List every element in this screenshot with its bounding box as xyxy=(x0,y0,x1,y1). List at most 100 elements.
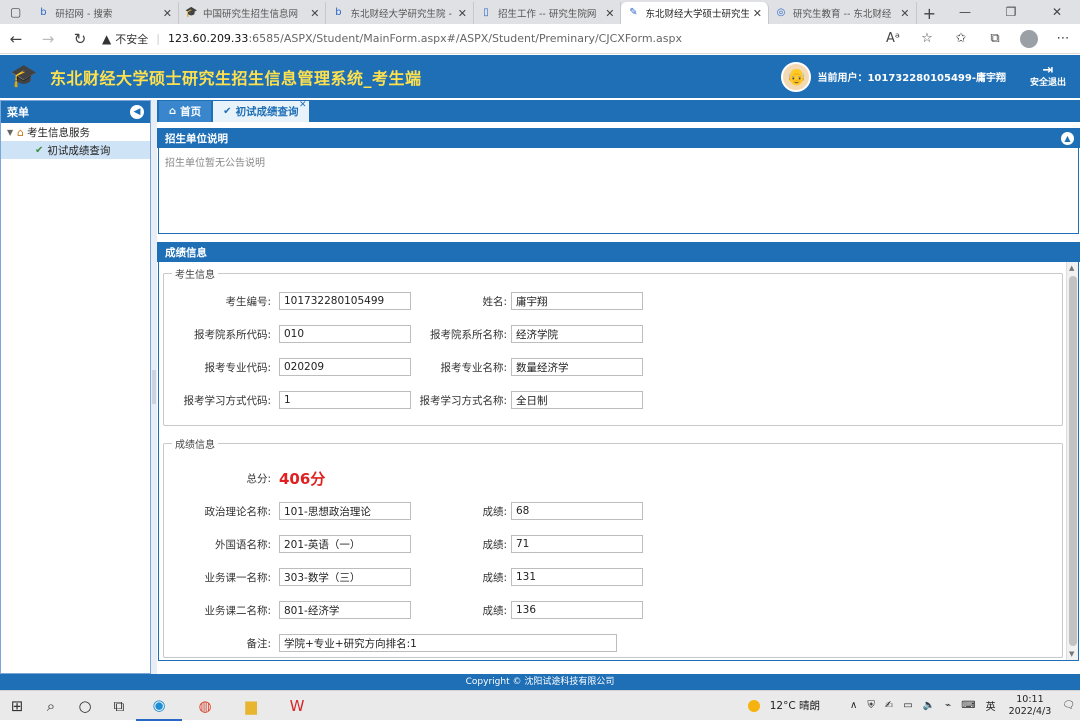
tab-score-query[interactable]: ✔ 初试成绩查询 ✕ xyxy=(213,100,309,122)
major-code-field[interactable]: 020209 xyxy=(279,358,411,376)
vertical-scrollbar[interactable]: ▲ ▼ xyxy=(1066,262,1078,660)
favorites-icon[interactable]: ✩ xyxy=(944,31,978,46)
close-tab-icon[interactable]: ✕ xyxy=(163,7,172,20)
close-window-icon[interactable]: ✕ xyxy=(1034,0,1080,24)
new-tab-button[interactable]: + xyxy=(917,2,943,24)
dept-code-field[interactable]: 010 xyxy=(279,325,411,343)
volume-icon[interactable]: 🔈 xyxy=(923,700,935,711)
clock[interactable]: 10:11 2022/4/3 xyxy=(1009,694,1052,718)
notice-panel-header: 招生单位说明 ▲ xyxy=(157,128,1080,148)
url-field[interactable]: ▲ 不安全 | 123.60.209.33:6585/ASPX/Student/… xyxy=(102,31,862,47)
score-panel: ▲ ▼ 考生信息 考生编号: 101732280105499 姓名: 庸宇翔 报… xyxy=(158,262,1079,661)
check-icon: ✔ xyxy=(35,144,44,156)
major-name-field[interactable]: 数量经济学 xyxy=(511,358,643,376)
wps-office-icon[interactable]: W xyxy=(274,691,320,721)
collapse-left-icon[interactable]: ◀ xyxy=(130,105,144,119)
sidebar-group-candidate-service[interactable]: ▼ ⌂ 考生信息服务 xyxy=(1,123,150,141)
profile-icon[interactable] xyxy=(1020,29,1038,48)
windows-start-icon[interactable]: ⊞ xyxy=(0,691,34,721)
ime-indicator[interactable]: 英 xyxy=(986,698,996,713)
forward-icon[interactable]: → xyxy=(32,30,64,48)
read-aloud-icon[interactable]: Aᵃ xyxy=(876,31,910,46)
chrome-icon[interactable]: ◍ xyxy=(182,691,228,721)
logout-button[interactable]: ⇥ 安全退出 xyxy=(1020,64,1076,89)
bing-icon: b xyxy=(40,7,47,18)
edge-browser-icon[interactable]: ◉ xyxy=(136,691,182,721)
restore-icon[interactable]: ❐ xyxy=(988,0,1034,24)
weather-widget[interactable]: 12°C 晴朗 xyxy=(743,698,825,713)
close-tab-icon[interactable]: ✕ xyxy=(299,100,307,110)
tab-home[interactable]: ⌂ 首页 xyxy=(159,101,212,122)
minimize-icon[interactable]: — xyxy=(942,0,988,24)
course2-score-field[interactable]: 136 xyxy=(511,601,643,619)
shield-icon[interactable]: ⛨ xyxy=(867,700,875,711)
close-tab-icon[interactable]: ✕ xyxy=(900,7,909,20)
current-user: 当前用户：101732280105499-庸宇翔 xyxy=(817,73,1006,84)
tab-actions-icon[interactable]: ▢ xyxy=(0,0,31,24)
file-explorer-icon[interactable]: ▆ xyxy=(228,691,274,721)
close-tab-icon[interactable]: ✕ xyxy=(753,7,762,20)
browser-tab[interactable]: ◎ 研究生教育 -- 东北财经 ✕ xyxy=(769,2,917,24)
foreign-lang-subject-field[interactable]: 201-英语（一） xyxy=(279,535,411,553)
browser-tab[interactable]: b 东北财经大学研究生院 - ✕ xyxy=(326,2,474,24)
browser-tab[interactable]: 🎓 中国研究生招生信息网 ✕ xyxy=(179,2,327,24)
politics-subject-field[interactable]: 101-思想政治理论 xyxy=(279,502,411,520)
document-icon: ▯ xyxy=(483,7,489,18)
pen-icon[interactable]: ✍ xyxy=(885,700,893,711)
scroll-down-icon[interactable]: ▼ xyxy=(1069,650,1074,658)
field-label: 成绩: xyxy=(482,604,507,617)
scrollbar-thumb[interactable] xyxy=(1069,276,1077,646)
close-tab-icon[interactable]: ✕ xyxy=(605,7,614,20)
study-mode-code-field[interactable]: 1 xyxy=(279,391,411,409)
remark-field[interactable]: 学院+专业+研究方向排名:1 xyxy=(279,634,617,652)
close-tab-icon[interactable]: ✕ xyxy=(458,7,467,20)
battery-icon[interactable]: ▭ xyxy=(903,700,912,711)
sidebar: 菜单 ◀ ▼ ⌂ 考生信息服务 ✔ 初试成绩查询 xyxy=(0,100,151,674)
subject-row: 业务课二名称: 801-经济学 成绩: 136 xyxy=(159,601,643,619)
field-label: 政治理论名称: xyxy=(204,505,271,518)
collections-icon[interactable]: ⧉ xyxy=(978,31,1012,46)
remark-row: 备注: 学院+专业+研究方向排名:1 xyxy=(159,634,617,652)
more-icon[interactable]: ⋯ xyxy=(1046,31,1080,46)
browser-tab[interactable]: ▯ 招生工作 -- 研究生院网 ✕ xyxy=(474,2,622,24)
warning-icon[interactable]: ▲ xyxy=(102,32,111,46)
sidebar-item-score-query[interactable]: ✔ 初试成绩查询 xyxy=(1,141,150,159)
close-tab-icon[interactable]: ✕ xyxy=(310,7,319,20)
favorite-add-icon[interactable]: ☆ xyxy=(910,31,944,46)
chevron-up-icon[interactable]: ∧ xyxy=(850,700,857,711)
study-mode-name-field[interactable]: 全日制 xyxy=(511,391,643,409)
browser-tab[interactable]: b 研招网 - 搜索 ✕ xyxy=(31,2,179,24)
expand-arrow-icon[interactable]: ▼ xyxy=(7,128,17,137)
security-label[interactable]: 不安全 xyxy=(115,31,148,47)
collapse-up-icon[interactable]: ▲ xyxy=(1061,131,1074,145)
candidate-id-field[interactable]: 101732280105499 xyxy=(279,292,411,310)
name-field[interactable]: 庸宇翔 xyxy=(511,292,643,310)
dept-name-field[interactable]: 经济学院 xyxy=(511,325,643,343)
field-label: 报考院系所名称: xyxy=(429,328,507,341)
candidate-row: 报考院系所代码: 010 报考院系所名称: 经济学院 xyxy=(159,325,643,343)
system-tray: 12°C 晴朗 ∧ ⛨ ✍ ▭ 🔈 ⌁ ⌨ 英 10:11 2022/4/3 🗨 xyxy=(743,694,1080,718)
splitter-grip[interactable] xyxy=(152,370,156,404)
keyboard-icon[interactable]: ⌨ xyxy=(961,700,975,711)
search-icon[interactable]: ⌕ xyxy=(34,691,68,721)
cortana-icon[interactable]: ○ xyxy=(68,691,102,721)
course2-subject-field[interactable]: 801-经济学 xyxy=(279,601,411,619)
scroll-up-icon[interactable]: ▲ xyxy=(1069,264,1074,272)
windows-taskbar: ⊞ ⌕ ○ ⧉ ◉ ◍ ▆ W 12°C 晴朗 ∧ ⛨ ✍ ▭ 🔈 ⌁ ⌨ 英 … xyxy=(0,690,1080,721)
mortarboard-logo-icon: 🎓 xyxy=(10,64,38,89)
user-info: 👴 当前用户：101732280105499-庸宇翔 xyxy=(781,61,1006,92)
politics-score-field[interactable]: 68 xyxy=(511,502,643,520)
course1-score-field[interactable]: 131 xyxy=(511,568,643,586)
refresh-icon[interactable]: ↻ xyxy=(64,30,96,48)
course1-subject-field[interactable]: 303-数学（三） xyxy=(279,568,411,586)
field-label: 成绩: xyxy=(482,505,507,518)
browser-tab-active[interactable]: ✎ 东北财经大学硕士研究生 ✕ xyxy=(621,2,769,24)
foreign-lang-score-field[interactable]: 71 xyxy=(511,535,643,553)
notification-icon[interactable]: 🗨 xyxy=(1062,700,1075,711)
task-view-icon[interactable]: ⧉ xyxy=(102,691,136,721)
back-icon[interactable]: ← xyxy=(0,30,32,48)
total-score: 406分 xyxy=(279,469,326,488)
app-title: 东北财经大学硕士研究生招生信息管理系统_考生端 xyxy=(50,68,422,88)
graduation-cap-icon: 🎓 xyxy=(184,7,198,18)
network-icon[interactable]: ⌁ xyxy=(945,700,951,711)
